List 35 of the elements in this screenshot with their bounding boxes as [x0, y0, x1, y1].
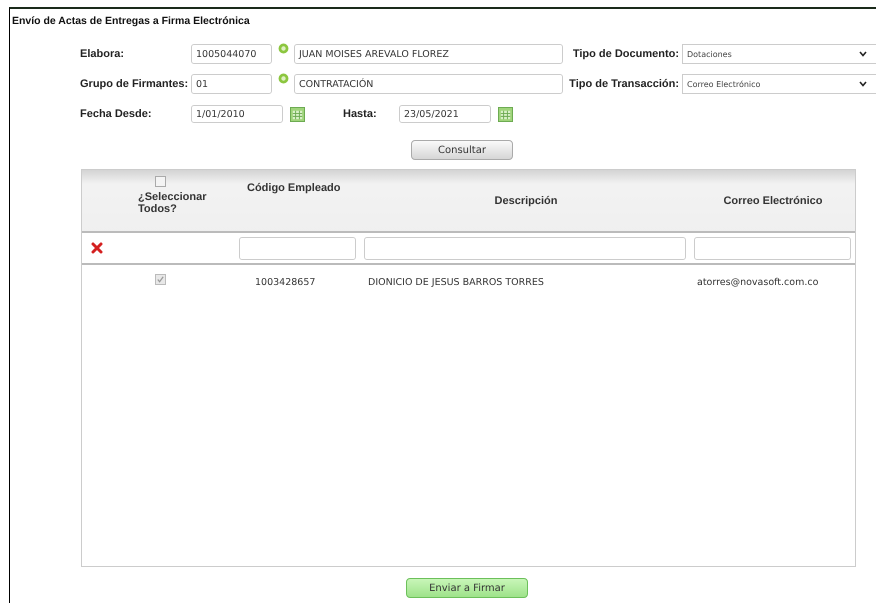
help-icon[interactable]	[278, 43, 289, 54]
calendar-icon[interactable]	[498, 106, 513, 122]
name-field: JUAN MOISES AREVALO FLOREZ	[294, 44, 563, 64]
field-label: Fecha Desde:	[80, 108, 153, 120]
field-label: Elabora:	[80, 48, 126, 60]
consultar-button[interactable]: Consultar	[411, 140, 513, 160]
clear-filter-icon[interactable]	[91, 242, 103, 254]
name-field: CONTRATACIÓN	[294, 74, 563, 94]
table-cell: 1003428657	[255, 276, 316, 288]
column-header[interactable]: Código Empleado	[247, 182, 340, 194]
chevron-down-icon	[859, 81, 867, 87]
filter-field[interactable]	[364, 236, 686, 260]
field-label: Tipo de Transacción:	[568, 78, 679, 90]
filter-field[interactable]	[239, 236, 356, 260]
table-cell: atorres@novasoft.com.co	[697, 276, 818, 288]
transaction-type-select[interactable]: Correo Electrónico	[682, 74, 876, 94]
table-cell: DIONICIO DE JESUS BARROS TORRES	[368, 276, 544, 288]
send-button[interactable]: Enviar a Firmar	[406, 578, 528, 598]
field-label: Grupo de Firmantes:	[80, 78, 190, 90]
column-header[interactable]: Descripción	[494, 195, 558, 231]
calendar-icon[interactable]	[290, 106, 305, 122]
field-label: Hasta:	[343, 108, 378, 120]
code-field[interactable]: 1005044070	[191, 44, 272, 64]
window-title: Envío de Actas de Entregas a Firma Electrónica	[11, 14, 251, 29]
date-field[interactable]: 1/01/2010	[191, 105, 283, 123]
select-all-checkbox[interactable]	[155, 176, 166, 187]
filter-field[interactable]	[694, 236, 851, 260]
column-header: ¿Seleccionar Todos?	[138, 191, 208, 215]
chevron-down-icon	[859, 51, 867, 57]
column-header[interactable]: Correo Electrónico	[723, 195, 823, 231]
field-label: Tipo de Documento:	[572, 48, 679, 60]
date-field[interactable]: 23/05/2021	[399, 105, 491, 123]
code-field[interactable]: 01	[191, 74, 272, 94]
help-icon[interactable]	[278, 73, 289, 84]
document-type-select[interactable]: Dotaciones	[682, 44, 876, 64]
